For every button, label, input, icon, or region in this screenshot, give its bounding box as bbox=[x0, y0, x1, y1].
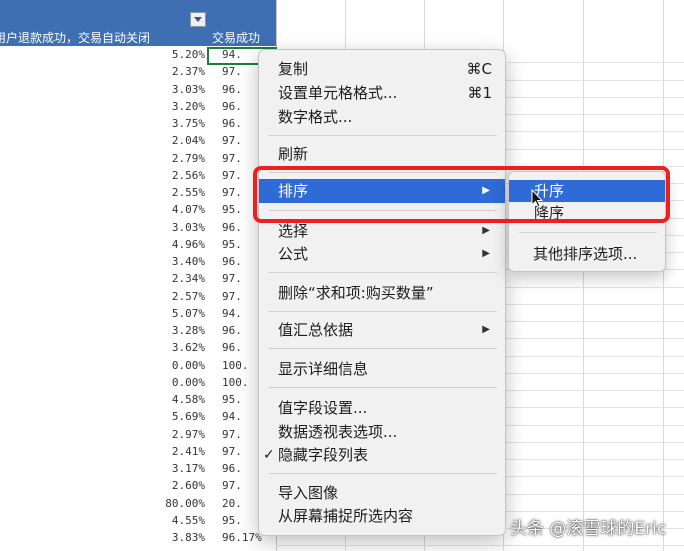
menu-item-label: 刷新 bbox=[278, 145, 309, 163]
shortcut-label: ⌘1 bbox=[467, 84, 492, 102]
menu-item-format-cells[interactable]: 设置单元格格式... ⌘1 bbox=[259, 81, 505, 105]
table-cell-refund-rate[interactable]: 2.97% bbox=[140, 426, 205, 443]
menu-item-remove-field[interactable]: 删除“求和项:购买数量” bbox=[259, 281, 505, 305]
table-cell-refund-rate[interactable]: 4.96% bbox=[140, 236, 205, 253]
menu-separator bbox=[269, 473, 497, 474]
menu-item-label: 从屏幕捕捉所选内容 bbox=[278, 507, 414, 525]
menu-item-import-image[interactable]: 导入图像 bbox=[259, 481, 505, 505]
menu-item-show-details[interactable]: 显示详细信息 bbox=[259, 357, 505, 381]
table-cell-refund-rate[interactable]: 3.28% bbox=[140, 322, 205, 339]
menu-item-label: 值汇总依据 bbox=[278, 321, 354, 339]
menu-item-label: 显示详细信息 bbox=[278, 360, 369, 378]
table-cell-refund-rate[interactable]: 3.20% bbox=[140, 98, 205, 115]
menu-item-label: 删除“求和项:购买数量” bbox=[278, 284, 434, 302]
submenu-item-more-options[interactable]: 其他排序选项... bbox=[509, 243, 665, 265]
filter-dropdown-button[interactable] bbox=[190, 12, 206, 27]
submenu-arrow-icon: ▶ bbox=[482, 324, 490, 335]
table-cell-refund-rate[interactable]: 4.07% bbox=[140, 201, 205, 218]
table-cell-refund-rate[interactable]: 2.41% bbox=[140, 443, 205, 460]
header-trade-success[interactable]: 交易成功 bbox=[212, 29, 260, 46]
menu-item-refresh[interactable]: 刷新 bbox=[259, 142, 505, 166]
watermark-text: 头条 @滚雪球的Eric bbox=[510, 519, 667, 539]
table-cell-refund-rate[interactable]: 3.40% bbox=[140, 253, 205, 270]
menu-separator bbox=[269, 272, 497, 273]
table-cell-refund-rate[interactable]: 3.17% bbox=[140, 460, 205, 477]
table-cell-refund-rate[interactable]: 4.58% bbox=[140, 391, 205, 408]
table-cell-refund-rate[interactable]: 5.20% bbox=[140, 46, 205, 63]
submenu-arrow-icon: ▶ bbox=[482, 248, 490, 259]
table-cell-refund-rate[interactable]: 3.75% bbox=[140, 115, 205, 132]
menu-item-label: 数据透视表选项... bbox=[278, 423, 398, 441]
table-cell-refund-rate[interactable]: 2.60% bbox=[140, 477, 205, 494]
table-cell-refund-rate[interactable]: 2.57% bbox=[140, 288, 205, 305]
menu-item-hide-field-list[interactable]: ✓ 隐藏字段列表 bbox=[259, 443, 505, 467]
menu-item-formula[interactable]: 公式 ▶ bbox=[259, 242, 505, 266]
menu-separator bbox=[269, 348, 497, 349]
menu-separator bbox=[269, 387, 497, 388]
menu-item-label: 设置单元格格式... bbox=[278, 84, 398, 102]
menu-separator bbox=[269, 311, 497, 312]
checkmark-icon: ✓ bbox=[263, 447, 275, 463]
table-cell-refund-rate[interactable]: 2.34% bbox=[140, 270, 205, 287]
table-cell-refund-rate[interactable]: 5.69% bbox=[140, 408, 205, 425]
menu-item-label: 隐藏字段列表 bbox=[278, 446, 369, 464]
table-cell-refund-rate[interactable]: 3.03% bbox=[140, 219, 205, 236]
menu-item-field-settings[interactable]: 值字段设置... bbox=[259, 396, 505, 420]
menu-item-label: 复制 bbox=[278, 60, 309, 78]
table-cell-refund-rate[interactable]: 3.62% bbox=[140, 339, 205, 356]
context-menu: 复制 ⌘C 设置单元格格式... ⌘1 数字格式... 刷新 排序 ▶ 选择 ▶… bbox=[258, 49, 506, 536]
grid-line bbox=[583, 0, 584, 551]
table-cell-refund-rate[interactable]: 3.03% bbox=[140, 81, 205, 98]
table-cell-refund-rate[interactable]: 0.00% bbox=[140, 357, 205, 374]
menu-separator bbox=[519, 232, 657, 233]
menu-item-capture-screen[interactable]: 从屏幕捕捉所选内容 bbox=[259, 504, 505, 528]
menu-item-number-format[interactable]: 数字格式... bbox=[259, 105, 505, 129]
menu-item-copy[interactable]: 复制 ⌘C bbox=[259, 57, 505, 81]
table-cell-refund-rate[interactable]: 2.79% bbox=[140, 150, 205, 167]
menu-item-label: 值字段设置... bbox=[278, 399, 368, 417]
menu-item-label: 导入图像 bbox=[278, 484, 339, 502]
table-cell-refund-rate[interactable]: 5.07% bbox=[140, 305, 205, 322]
menu-item-pivot-options[interactable]: 数据透视表选项... bbox=[259, 420, 505, 444]
table-cell-refund-rate[interactable]: 3.83% bbox=[140, 529, 205, 546]
table-cell-refund-rate[interactable]: 80.00% bbox=[140, 495, 205, 512]
menu-item-summarize-by[interactable]: 值汇总依据 ▶ bbox=[259, 318, 505, 342]
table-cell-refund-rate[interactable]: 2.56% bbox=[140, 167, 205, 184]
menu-separator bbox=[269, 135, 497, 136]
table-cell-refund-rate[interactable]: 4.55% bbox=[140, 512, 205, 529]
pivot-header-row: 用户退款成功，交易自动关闭 交易成功 bbox=[0, 0, 276, 46]
grid-line bbox=[276, 545, 684, 547]
table-cell-refund-rate[interactable]: 2.04% bbox=[140, 132, 205, 149]
mouse-cursor-icon bbox=[531, 189, 543, 208]
table-cell-refund-rate[interactable]: 2.37% bbox=[140, 63, 205, 80]
header-refund-closed[interactable]: 用户退款成功，交易自动关闭 bbox=[0, 29, 150, 46]
menu-item-label: 公式 bbox=[278, 245, 309, 263]
shortcut-label: ⌘C bbox=[466, 60, 492, 78]
table-cell-refund-rate[interactable]: 2.55% bbox=[140, 184, 205, 201]
annotation-highlight-box bbox=[253, 166, 670, 223]
menu-item-label: 数字格式... bbox=[278, 108, 353, 126]
grid-line bbox=[663, 0, 664, 551]
submenu-item-label: 其他排序选项... bbox=[533, 245, 638, 263]
table-cell-refund-rate[interactable]: 0.00% bbox=[140, 374, 205, 391]
